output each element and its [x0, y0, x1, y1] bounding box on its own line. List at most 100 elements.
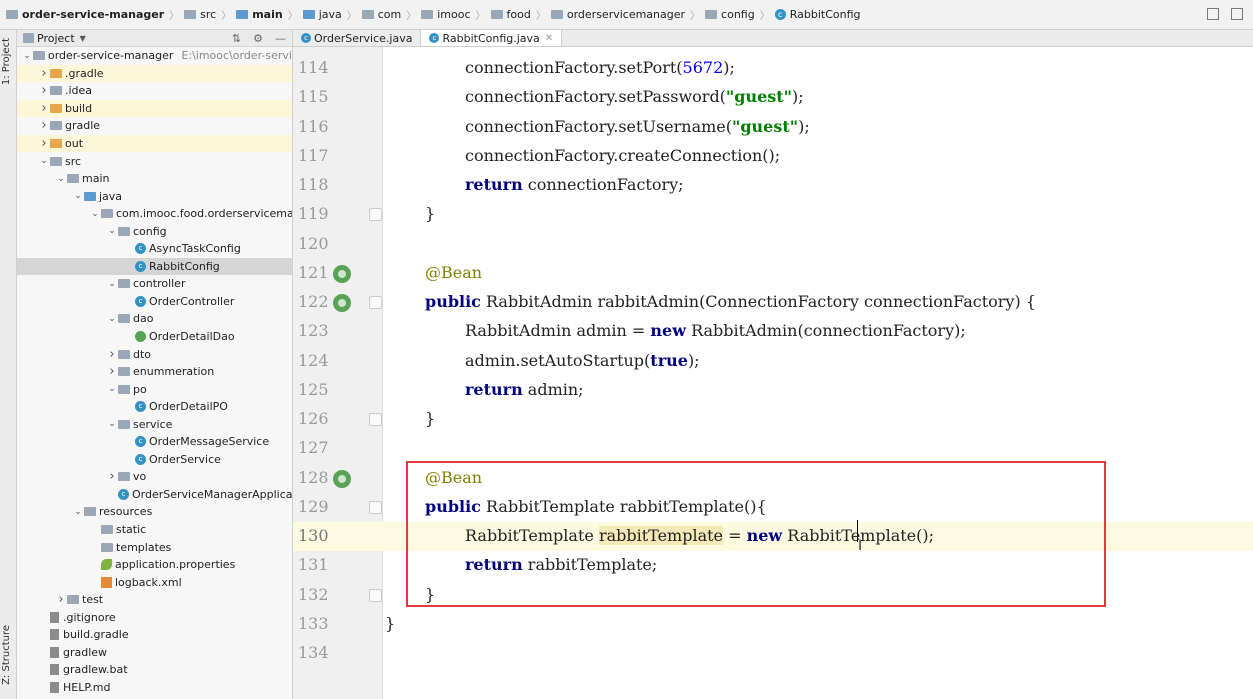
structure-tool-window-button[interactable]: Z: Structure — [1, 625, 12, 685]
tab-orderservice[interactable]: c OrderService.java — [293, 30, 422, 46]
tree-node[interactable]: ⌄ controller — [17, 275, 292, 293]
project-tool-window-button[interactable]: 1: Project — [1, 38, 12, 85]
chevron-right-icon[interactable]: › — [106, 469, 118, 484]
hide-panel-icon[interactable]: — — [275, 32, 286, 45]
fold-marker-icon[interactable] — [369, 500, 382, 514]
chevron-right-icon[interactable]: › — [38, 66, 50, 81]
tree-node[interactable]: ⌄ main — [17, 170, 292, 188]
chevron-down-icon[interactable]: ⌄ — [38, 156, 50, 166]
code-line[interactable]: 116 connectionFactory.setUsername("guest"… — [293, 113, 1253, 142]
tree-node[interactable]: › vo — [17, 468, 292, 486]
chevron-down-icon[interactable]: ⌄ — [21, 51, 33, 61]
chevron-down-icon[interactable]: ⌄ — [72, 507, 84, 517]
chevron-right-icon[interactable]: › — [38, 101, 50, 116]
code-line[interactable]: 114 connectionFactory.setPort(5672); — [293, 54, 1253, 83]
tree-node[interactable]: › gradle — [17, 117, 292, 135]
tree-node[interactable]: gradlew.bat — [17, 661, 292, 679]
tree-node[interactable]: build.gradle — [17, 626, 292, 644]
tree-node[interactable]: › build — [17, 99, 292, 118]
breadcrumb-item[interactable]: c RabbitConfig — [774, 8, 861, 21]
chevron-down-icon[interactable]: ⌄ — [89, 209, 101, 219]
tree-node[interactable]: ⌄ order-service-manager E:\imooc\order-ser… — [17, 47, 292, 65]
chevron-down-icon[interactable]: ⌄ — [106, 279, 118, 289]
code-line[interactable]: 120 — [293, 230, 1253, 259]
code-line[interactable]: 123 RabbitAdmin admin = new RabbitAdmin(c… — [293, 317, 1253, 346]
code-line[interactable]: 126} — [293, 405, 1253, 434]
chevron-down-icon[interactable]: ▼ — [80, 34, 86, 43]
chevron-right-icon[interactable]: › — [106, 347, 118, 362]
code-line[interactable]: 117 connectionFactory.createConnection(); — [293, 142, 1253, 171]
tree-node[interactable]: static — [17, 521, 292, 539]
tree-node[interactable]: › .idea — [17, 82, 292, 100]
tree-node[interactable]: cOrderServiceManagerApplication — [17, 486, 292, 504]
chevron-right-icon[interactable]: › — [106, 364, 118, 379]
tree-node[interactable]: c RabbitConfig — [17, 257, 292, 276]
close-icon[interactable]: ✕ — [545, 33, 553, 44]
chevron-down-icon[interactable]: ⌄ — [106, 226, 118, 236]
code-line[interactable]: 124 admin.setAutoStartup(true); — [293, 347, 1253, 376]
tree-node[interactable]: › enummeration — [17, 363, 292, 381]
tree-node[interactable]: › dto — [17, 345, 292, 363]
code-line[interactable]: 119} — [293, 200, 1253, 229]
gear-icon[interactable]: ⚙ — [253, 32, 263, 45]
breadcrumb-item[interactable]: src — [184, 8, 216, 21]
tree-node[interactable]: ⌄ java — [17, 187, 292, 205]
code-line[interactable]: 125 return admin; — [293, 376, 1253, 405]
tree-node[interactable]: ⌄ dao — [17, 310, 292, 328]
tree-node[interactable]: c AsyncTaskConfig — [17, 240, 292, 258]
tree-node[interactable]: .gitignore — [17, 609, 292, 627]
search-everywhere-icon[interactable] — [1231, 8, 1243, 20]
tree-node[interactable]: logback.xml — [17, 573, 292, 591]
breadcrumb-item[interactable]: food — [490, 8, 531, 21]
breadcrumb-item[interactable]: orderservicemanager — [550, 8, 685, 21]
code-line[interactable]: 121 @Bean — [293, 259, 1253, 288]
fold-marker-icon[interactable] — [369, 413, 382, 426]
tree-node[interactable]: gradlew — [17, 644, 292, 662]
collapse-all-icon[interactable]: ⇅ — [232, 32, 241, 45]
tree-node[interactable]: application.properties — [17, 556, 292, 574]
tree-node[interactable]: ⌄ po — [17, 380, 292, 398]
fold-marker-icon[interactable] — [369, 208, 382, 222]
spring-bean-icon[interactable] — [333, 294, 351, 312]
tree-node[interactable]: ⌄ resources — [17, 503, 292, 521]
spring-bean-icon[interactable] — [333, 264, 351, 283]
tree-node[interactable]: c OrderService — [17, 451, 292, 469]
chevron-down-icon[interactable]: ⌄ — [55, 174, 67, 184]
code-line[interactable]: 127 — [293, 434, 1253, 463]
tree-node[interactable]: templates — [17, 538, 292, 556]
code-line[interactable]: 134 — [293, 639, 1253, 668]
tree-node[interactable]: › out — [17, 134, 292, 153]
tree-node[interactable]: c OrderMessageService — [17, 433, 292, 451]
chevron-down-icon[interactable]: ⌄ — [106, 384, 118, 394]
tree-node[interactable]: › .gradle — [17, 64, 292, 83]
chevron-down-icon[interactable]: ⌄ — [106, 314, 118, 324]
spring-bean-icon[interactable] — [333, 469, 351, 488]
chevron-down-icon[interactable]: ⌄ — [72, 191, 84, 201]
tree-node[interactable]: › test — [17, 591, 292, 609]
layout-icon[interactable] — [1207, 8, 1219, 20]
tree-node[interactable]: ⌄ config — [17, 222, 292, 240]
chevron-right-icon[interactable]: › — [55, 592, 67, 607]
code-line[interactable]: 122 public RabbitAdmin rabbitAdmin(Connec… — [293, 288, 1253, 317]
tree-node[interactable]: ⌄ com.imooc.food.orderservicemanag — [17, 205, 292, 223]
tree-node[interactable]: ⌄ service — [17, 415, 292, 433]
tree-node[interactable]: ⌄ src — [17, 152, 292, 170]
code-line[interactable]: 115 connectionFactory.setPassword("guest"… — [293, 83, 1253, 112]
fold-marker-icon[interactable] — [369, 296, 382, 309]
tab-rabbitconfig[interactable]: c RabbitConfig.java ✕ — [421, 30, 563, 46]
fold-marker-icon[interactable] — [369, 588, 382, 602]
breadcrumb-item[interactable]: config — [705, 8, 755, 21]
tree-node[interactable]: HELP.md — [17, 679, 292, 697]
tree-node[interactable]: c OrderDetailPO — [17, 398, 292, 416]
chevron-right-icon[interactable]: › — [38, 83, 50, 98]
code-line[interactable]: 118 return connectionFactory; — [293, 171, 1253, 200]
breadcrumb-item[interactable]: java — [302, 8, 342, 21]
chevron-down-icon[interactable]: ⌄ — [106, 419, 118, 429]
breadcrumb-item[interactable]: imooc — [421, 8, 471, 21]
chevron-right-icon[interactable]: › — [38, 118, 50, 133]
breadcrumb-item[interactable]: order-service-manager — [6, 8, 164, 21]
code-line[interactable]: 133} — [293, 610, 1253, 639]
tree-node[interactable]: OrderDetailDao — [17, 328, 292, 346]
breadcrumb-item[interactable]: com — [361, 8, 401, 21]
chevron-right-icon[interactable]: › — [38, 136, 50, 151]
